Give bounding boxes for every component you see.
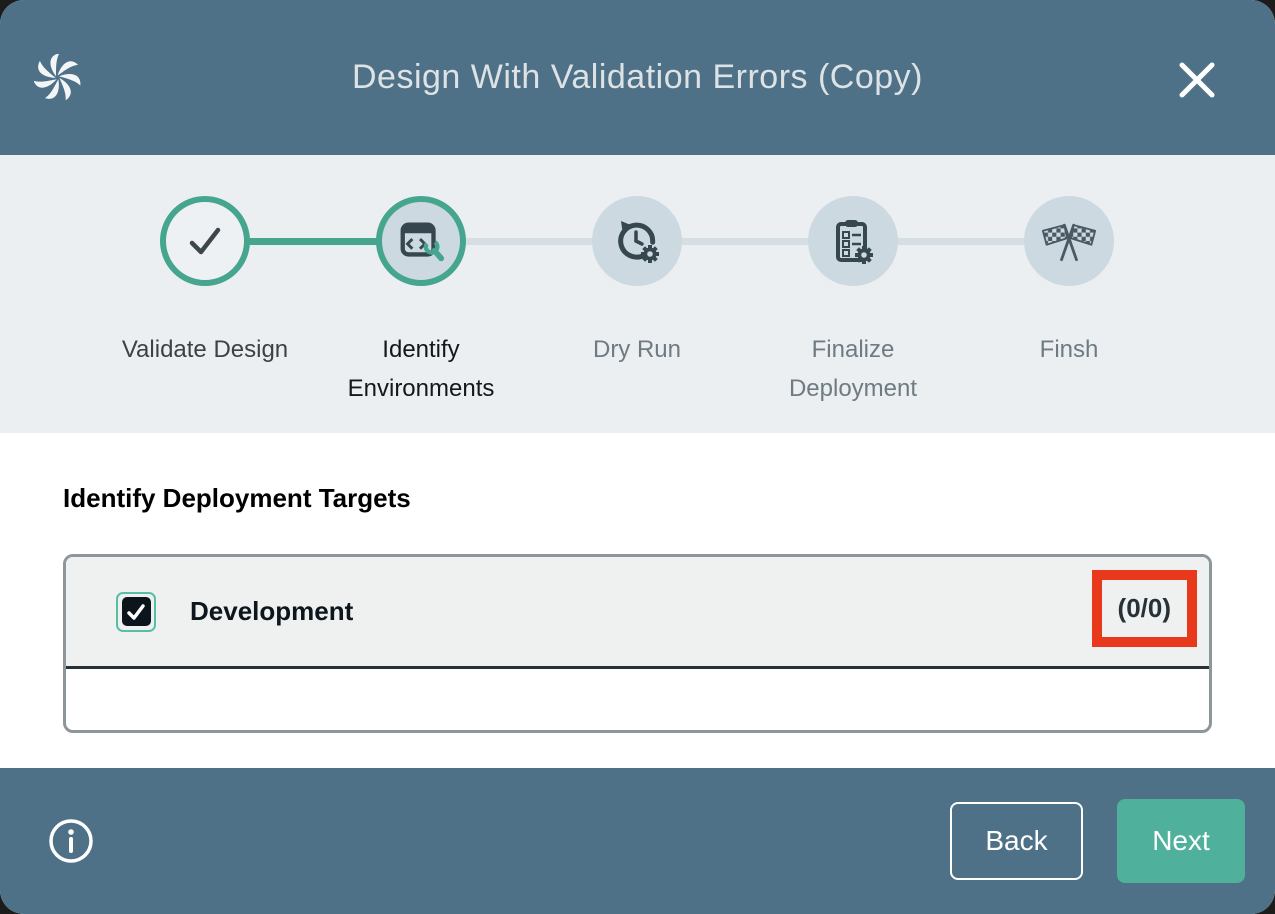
step-label: Finalize Deployment — [763, 330, 943, 408]
step-dry-run: Dry Run — [529, 155, 745, 408]
count-highlight-annotation: (0/0) — [1092, 570, 1197, 647]
content-heading: Identify Deployment Targets — [63, 483, 1212, 514]
environment-name: Development — [190, 596, 353, 627]
wizard-stepper: Validate Design Identify Environments — [0, 155, 1275, 433]
dialog-footer: Back Next — [0, 768, 1275, 914]
step-circle — [1024, 196, 1114, 286]
history-gear-icon — [611, 215, 663, 267]
checkbox-check-icon — [125, 601, 147, 623]
info-button[interactable] — [48, 818, 94, 864]
checkmark-icon — [182, 218, 228, 264]
checkered-flags-icon — [1041, 215, 1097, 267]
step-label: Validate Design — [115, 330, 295, 369]
deployment-wizard-dialog: Design With Validation Errors (Copy) Val… — [0, 0, 1275, 914]
dialog-header: Design With Validation Errors (Copy) — [0, 0, 1275, 155]
info-icon — [48, 818, 94, 864]
step-finish: Finsh — [961, 155, 1177, 408]
stepper-steps: Validate Design Identify Environments — [97, 155, 1177, 408]
step-label: Identify Environments — [331, 330, 511, 408]
close-button[interactable] — [1175, 58, 1219, 102]
step-label: Finsh — [979, 330, 1159, 369]
step-circle — [160, 196, 250, 286]
step-circle — [376, 196, 466, 286]
wizard-body: Identify Deployment Targets Development … — [0, 433, 1275, 768]
clipboard-gear-icon — [827, 215, 879, 267]
environment-count: (0/0) — [1118, 593, 1171, 624]
step-identify-environments: Identify Environments — [313, 155, 529, 408]
step-finalize-deployment: Finalize Deployment — [745, 155, 961, 408]
dialog-title: Design With Validation Errors (Copy) — [0, 58, 1275, 97]
step-validate-design: Validate Design — [97, 155, 313, 408]
back-button[interactable]: Back — [950, 802, 1083, 880]
deployment-targets-panel: Development (0/0) — [63, 554, 1212, 733]
next-button[interactable]: Next — [1117, 799, 1245, 883]
step-circle — [808, 196, 898, 286]
checkbox-checked-box — [122, 597, 151, 626]
step-label: Dry Run — [547, 330, 727, 369]
environment-checkbox[interactable] — [116, 592, 156, 632]
environment-row: Development (0/0) — [66, 557, 1209, 669]
step-circle — [592, 196, 682, 286]
code-window-wrench-icon — [396, 216, 446, 266]
close-icon — [1175, 58, 1219, 102]
